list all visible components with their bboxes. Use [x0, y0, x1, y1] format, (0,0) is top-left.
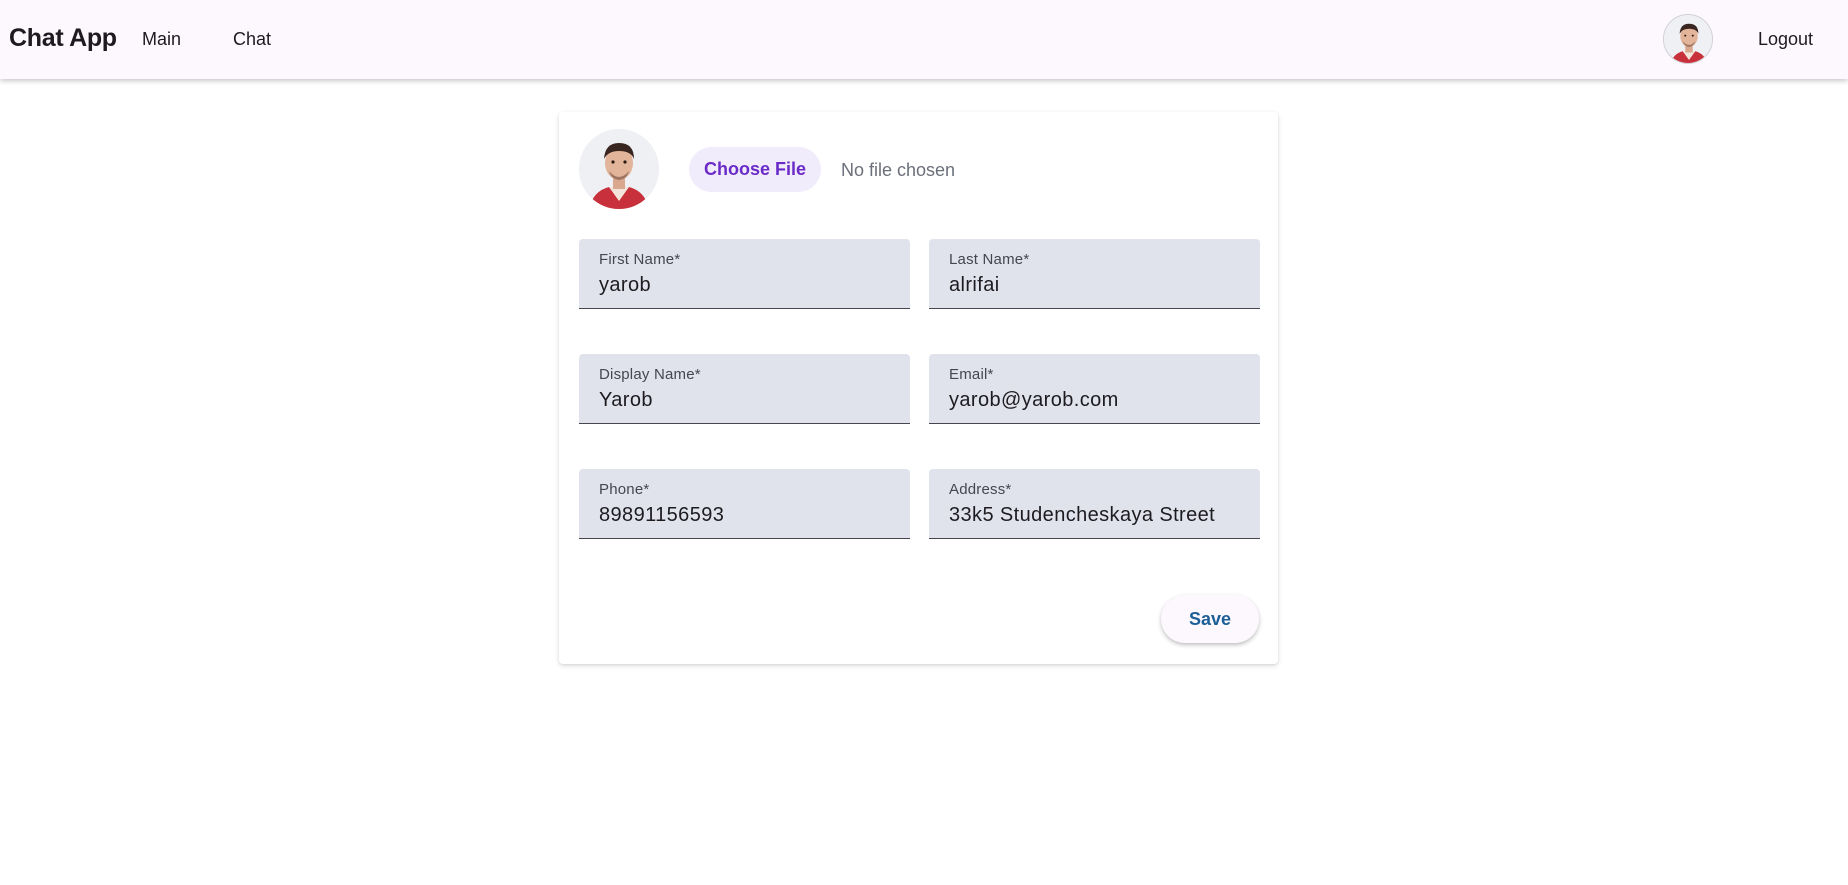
last-name-field[interactable]: Last Name*: [929, 239, 1260, 309]
display-name-input[interactable]: [599, 387, 899, 413]
email-label: Email*: [949, 366, 994, 383]
app-brand: Chat App: [9, 24, 117, 52]
email-field[interactable]: Email*: [929, 354, 1260, 424]
nav-link-chat[interactable]: Chat: [233, 29, 271, 50]
first-name-label: First Name*: [599, 251, 681, 268]
address-label: Address*: [949, 481, 1012, 498]
phone-field[interactable]: Phone*: [579, 469, 910, 539]
save-button[interactable]: Save: [1161, 595, 1259, 643]
last-name-label: Last Name*: [949, 251, 1030, 268]
user-avatar-photo-icon: [1664, 15, 1712, 63]
profile-card: Choose File No file chosen First Name* L…: [559, 112, 1278, 664]
profile-avatar-icon: [579, 129, 659, 209]
phone-input[interactable]: [599, 502, 899, 528]
file-status-text: No file chosen: [841, 160, 956, 180]
display-name-field[interactable]: Display Name*: [579, 354, 910, 424]
user-avatar-photo-icon: [579, 129, 659, 209]
phone-label: Phone*: [599, 481, 650, 498]
first-name-field[interactable]: First Name*: [579, 239, 910, 309]
logout-link[interactable]: Logout: [1758, 29, 1813, 50]
address-field[interactable]: Address*: [929, 469, 1260, 539]
user-avatar-icon[interactable]: [1663, 14, 1713, 64]
display-name-label: Display Name*: [599, 366, 701, 383]
nav-link-main[interactable]: Main: [142, 29, 181, 50]
last-name-input[interactable]: [949, 272, 1249, 298]
choose-file-button[interactable]: Choose File: [689, 147, 821, 192]
top-app-bar: Chat App Main Chat Logout: [0, 0, 1848, 79]
first-name-input[interactable]: [599, 272, 899, 298]
address-input[interactable]: [949, 502, 1249, 528]
email-input[interactable]: [949, 387, 1249, 413]
